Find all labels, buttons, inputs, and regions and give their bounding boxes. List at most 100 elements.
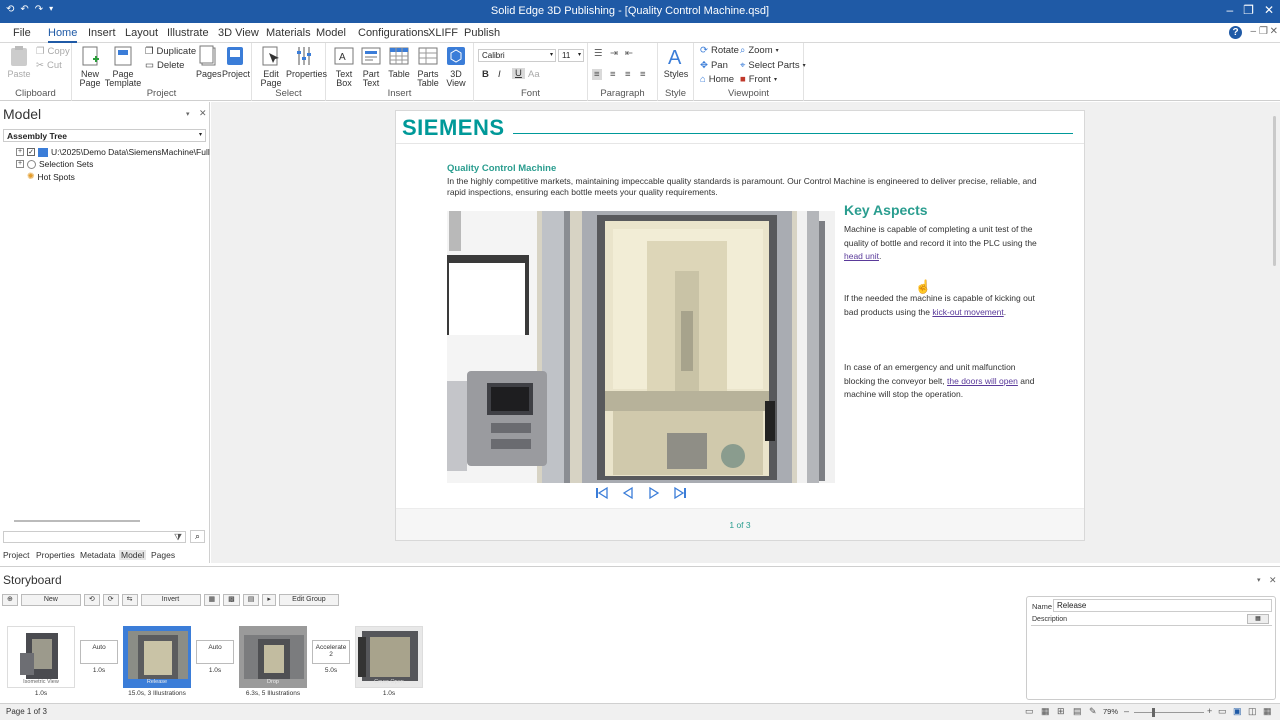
tab-xliff[interactable]: XLIFF xyxy=(428,27,458,39)
delete-button[interactable]: ▭ Delete xyxy=(145,60,184,71)
snap-icon[interactable]: ⊞ xyxy=(1057,706,1065,717)
align-left-icon[interactable]: ≡ xyxy=(592,69,602,80)
play-icon[interactable]: ▸ xyxy=(262,593,276,606)
transition-2[interactable]: Auto xyxy=(196,640,234,664)
horizontal-scrollbar[interactable] xyxy=(14,520,140,522)
indent-icon[interactable]: ⇥ xyxy=(610,48,618,59)
table-button[interactable]: Table xyxy=(387,45,411,79)
description-input[interactable] xyxy=(1031,625,1272,697)
view-split-icon[interactable]: ◫ xyxy=(1248,706,1257,717)
expand-icon[interactable]: + xyxy=(16,148,24,156)
home-view-button[interactable]: ⌂ Home xyxy=(700,74,734,85)
front-view-button[interactable]: ■ Front ▾ xyxy=(740,74,777,85)
edit-icon[interactable]: ✎ xyxy=(1089,706,1097,717)
panel-menu-icon[interactable]: ▾ xyxy=(186,110,190,118)
vertical-scrollbar[interactable] xyxy=(1273,116,1276,266)
invert-button[interactable]: Invert xyxy=(140,593,201,606)
3d-view-button[interactable]: 3D View xyxy=(444,45,468,88)
assembly-tree-dropdown[interactable]: Assembly Tree ▾ xyxy=(3,129,206,142)
filter-input[interactable] xyxy=(3,531,186,543)
storyboard-step-3[interactable]: Drop xyxy=(239,626,307,688)
update-icon[interactable]: ⟳ xyxy=(102,593,119,606)
tab-model[interactable]: Model xyxy=(316,27,346,39)
font-color-button[interactable]: Aa xyxy=(528,69,540,80)
justify-icon[interactable]: ≡ xyxy=(640,69,646,80)
underline-button[interactable]: U xyxy=(512,68,525,79)
font-family-select[interactable]: Calibri ▾ xyxy=(478,49,556,62)
project-button[interactable]: Project xyxy=(222,45,250,79)
part-text-button[interactable]: Part Text xyxy=(359,45,383,88)
zoom-slider-thumb[interactable] xyxy=(1152,708,1155,717)
properties-button[interactable]: Properties xyxy=(286,45,327,79)
panel-tab-project[interactable]: Project xyxy=(3,550,29,560)
description-options-icon[interactable]: ▦ xyxy=(1247,614,1269,624)
tab-publish[interactable]: Publish xyxy=(464,27,500,39)
storyboard-step-4[interactable]: Cover Open xyxy=(355,626,423,688)
kick-out-movement-link[interactable]: kick-out movement xyxy=(932,307,1003,317)
edit-group-button[interactable]: Edit Group xyxy=(278,593,339,606)
tab-file[interactable]: File xyxy=(13,27,31,39)
new-page-button[interactable]: New Page xyxy=(78,45,102,88)
panel-close-icon[interactable]: ✕ xyxy=(199,108,207,119)
parts-table-button[interactable]: Parts Table xyxy=(415,45,441,88)
tree-node-hot-spots[interactable]: ✺ Hot Spots xyxy=(27,171,75,182)
tab-materials[interactable]: Materials xyxy=(266,27,311,39)
zoom-button[interactable]: ⌕ Zoom ▾ xyxy=(740,45,779,56)
grid-icon[interactable]: ▦ xyxy=(203,593,221,606)
storyboard-step-1[interactable]: Isometric View xyxy=(7,626,75,688)
fit-page-icon[interactable]: ▭ xyxy=(1025,706,1034,717)
tab-home[interactable]: Home xyxy=(48,27,78,43)
zoom-slider[interactable] xyxy=(1134,712,1204,713)
align-center-icon[interactable]: ≡ xyxy=(610,69,616,80)
zoom-out-icon[interactable]: – xyxy=(1124,706,1129,716)
transition-3[interactable]: Accelerate 2 xyxy=(312,640,350,664)
pages-button[interactable]: Pages xyxy=(196,45,222,79)
restore-icon[interactable]: ❐ xyxy=(1243,3,1254,17)
align-right-icon[interactable]: ≡ xyxy=(625,69,631,80)
rotate-button[interactable]: ⟳ Rotate xyxy=(700,45,739,56)
storyboard-step-2[interactable]: Release xyxy=(123,626,191,688)
view-normal-icon[interactable]: ▭ xyxy=(1218,706,1227,717)
capture-icon[interactable]: ⟲ xyxy=(83,593,100,606)
new-button[interactable]: New xyxy=(20,593,81,606)
tab-3d-view[interactable]: 3D View xyxy=(218,27,259,39)
first-step-icon[interactable] xyxy=(595,486,609,500)
document-canvas[interactable]: SIEMENS Quality Control Machine In the h… xyxy=(211,102,1280,563)
panel-tab-metadata[interactable]: Metadata xyxy=(80,550,115,560)
duplicate-button[interactable]: ❐ Duplicate xyxy=(145,46,196,57)
search-icon[interactable]: ⌕ xyxy=(190,530,205,543)
ribbon-restore-icon[interactable]: ❐ xyxy=(1259,26,1268,37)
add-step-icon[interactable]: ⊕ xyxy=(2,593,18,606)
font-size-select[interactable]: 11 ▾ xyxy=(558,49,584,62)
view-full-icon[interactable]: ▦ xyxy=(1263,706,1272,717)
storyboard-menu-icon[interactable]: ▾ xyxy=(1257,576,1261,584)
copy-button[interactable]: ❐ Copy xyxy=(36,46,70,57)
bold-button[interactable]: B xyxy=(482,69,489,80)
expand-icon[interactable]: + xyxy=(16,160,24,168)
select-parts-button[interactable]: ⌖ Select Parts ▾ xyxy=(740,60,806,71)
ungroup-icon[interactable]: ▤ xyxy=(242,593,260,606)
italic-button[interactable]: I xyxy=(498,69,501,80)
view-layout-icon[interactable]: ▣ xyxy=(1233,706,1242,717)
storyboard-close-icon[interactable]: ✕ xyxy=(1269,575,1277,586)
outdent-icon[interactable]: ⇤ xyxy=(625,48,633,59)
last-step-icon[interactable] xyxy=(673,486,687,500)
3d-model-view[interactable] xyxy=(447,211,835,483)
ribbon-close-icon[interactable]: ✕ xyxy=(1270,26,1278,37)
tree-node-root[interactable]: + ✓ U:\2025\Demo Data\SiemensMachine\Ful… xyxy=(16,147,210,157)
grid-view-icon[interactable]: ▦ xyxy=(1041,706,1050,717)
next-step-icon[interactable] xyxy=(647,486,661,500)
tab-illustrate[interactable]: Illustrate xyxy=(167,27,209,39)
previous-step-icon[interactable] xyxy=(621,486,635,500)
filter-icon[interactable]: ⧩ xyxy=(174,532,182,543)
ruler-icon[interactable]: ▤ xyxy=(1073,706,1082,717)
ribbon-minimize-icon[interactable]: – xyxy=(1250,26,1256,37)
tab-insert[interactable]: Insert xyxy=(88,27,116,39)
panel-tab-model[interactable]: Model xyxy=(119,550,147,560)
styles-button[interactable]: A Styles xyxy=(663,45,689,79)
minimize-icon[interactable]: – xyxy=(1226,3,1233,17)
text-box-button[interactable]: A Text Box xyxy=(332,45,356,88)
paste-button[interactable]: Paste xyxy=(7,45,31,79)
step-name-input[interactable]: Release xyxy=(1053,599,1272,612)
tab-configurations[interactable]: Configurations xyxy=(358,27,429,39)
